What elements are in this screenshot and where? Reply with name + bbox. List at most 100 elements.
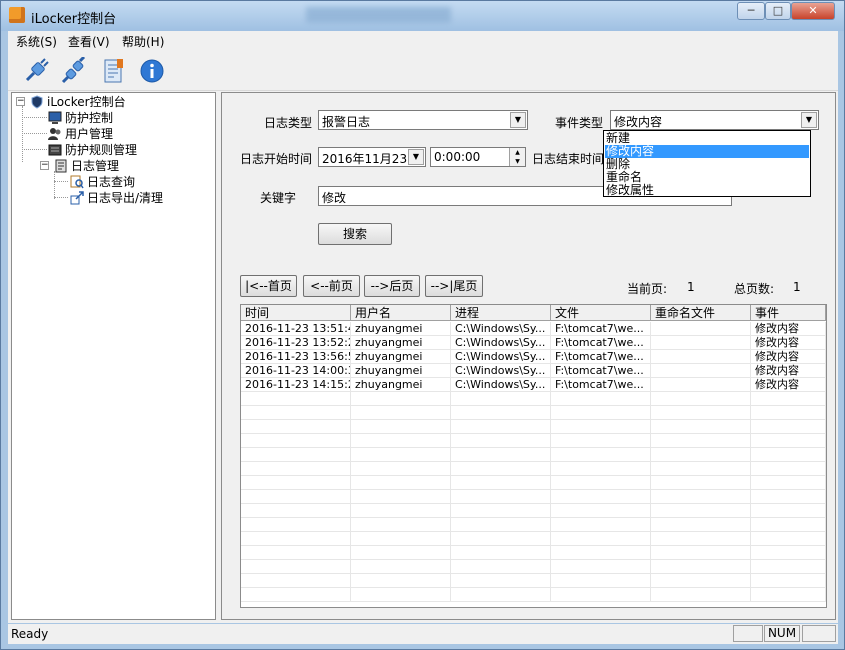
tree-root[interactable]: − iLocker控制台 [14,94,204,110]
start-time-stepper[interactable]: 0:00:00 ▲ ▼ [430,147,526,167]
total-pages-label: 总页数: [734,282,775,296]
collapse-icon[interactable]: − [16,97,25,106]
event-type-dropdown-list[interactable]: 新建 修改内容 删除 重命名 修改属性 [603,130,811,197]
connect-icon[interactable] [22,57,50,85]
table-cell [351,490,451,504]
first-page-button[interactable]: |<--首页 [240,275,297,297]
table-row[interactable]: 2016-11-23 14:00:30 zhuyangmei C:\Windows\… [241,364,826,378]
table-cell [551,504,651,518]
table-row[interactable]: 2016-11-23 14:15:27 zhuyangmei C:\Windows\… [241,378,826,392]
table-cell [551,532,651,546]
next-page-button[interactable]: -->后页 [364,275,420,297]
event-type-select[interactable]: 修改内容 ▼ [610,110,819,130]
table-cell [751,406,826,420]
table-cell [241,560,351,574]
total-pages-value: 1 [793,280,801,294]
table-cell: C:\Windows\Sy... [451,350,551,364]
window-title: iLocker控制台 [31,12,117,27]
table-cell: F:\tomcat7\we... [551,322,651,336]
title-bar[interactable]: iLocker控制台 ─ □ ✕ [1,1,844,31]
prev-page-button[interactable]: <--前页 [303,275,360,297]
table-cell [241,476,351,490]
table-cell [551,462,651,476]
menu-help[interactable]: 帮助(H) [122,33,164,50]
tree-item-rule-management[interactable]: 防护规则管理 [48,142,208,158]
table-cell [651,462,751,476]
table-cell [551,434,651,448]
table-cell [551,588,651,602]
tree-item-log-query[interactable]: 日志查询 [70,174,210,190]
table-cell [351,448,451,462]
empty-table-row [241,546,826,560]
table-cell [241,434,351,448]
table-cell [651,448,751,462]
empty-table-row [241,406,826,420]
log-type-select[interactable]: 报警日志 ▼ [318,110,528,130]
column-header-renamed-file[interactable]: 重命名文件 [651,305,751,321]
table-cell [651,546,751,560]
info-icon[interactable] [138,57,166,85]
search-button[interactable]: 搜索 [318,223,392,245]
table-cell [551,420,651,434]
table-cell: 修改内容 [751,336,826,350]
spin-down-icon[interactable]: ▼ [509,157,525,166]
start-date-picker[interactable]: 2016年11月23日 ▼ [318,147,426,167]
column-header-time[interactable]: 时间 [241,305,351,321]
column-header-file[interactable]: 文件 [551,305,651,321]
app-window: iLocker控制台 ─ □ ✕ 系统(S) 查看(V) 帮助(H) − iLo… [0,0,845,650]
table-cell [451,588,551,602]
last-page-button[interactable]: -->|尾页 [425,275,483,297]
log-table[interactable]: 时间 用户名 进程 文件 重命名文件 事件 2016-11-23 13:51:4… [240,304,827,608]
table-cell [551,546,651,560]
tree-item-log-management[interactable]: − 日志管理 [38,158,198,174]
table-row[interactable]: 2016-11-23 13:56:52 zhuyangmei C:\Windows\… [241,350,826,364]
table-cell [551,476,651,490]
close-button[interactable]: ✕ [791,2,835,20]
column-header-user[interactable]: 用户名 [351,305,451,321]
column-header-process[interactable]: 进程 [451,305,551,321]
table-cell [651,476,751,490]
table-row[interactable]: 2016-11-23 13:52:22 zhuyangmei C:\Windows\… [241,336,826,350]
table-cell [751,588,826,602]
log-export-icon [70,191,84,205]
table-cell [751,504,826,518]
table-cell [451,406,551,420]
status-text: Ready [11,627,49,641]
table-cell: F:\tomcat7\we... [551,336,651,350]
table-cell: zhuyangmei [351,378,451,392]
table-cell [751,532,826,546]
column-header-event[interactable]: 事件 [751,305,826,321]
spin-up-icon[interactable]: ▲ [509,148,525,157]
table-cell [651,574,751,588]
report-icon[interactable] [100,57,128,85]
empty-table-row [241,588,826,602]
current-page-label: 当前页: [627,282,668,296]
dropdown-option-modify-content[interactable]: 修改内容 [605,145,809,158]
disconnect-icon[interactable] [60,57,88,85]
maximize-button[interactable]: □ [765,2,791,20]
table-cell [751,476,826,490]
minimize-button[interactable]: ─ [737,2,765,20]
tree-root-label: iLocker控制台 [47,95,126,109]
menu-view[interactable]: 查看(V) [68,33,110,50]
table-cell [351,406,451,420]
table-cell: 2016-11-23 13:56:52 [241,350,351,364]
table-cell [551,518,651,532]
table-header: 时间 用户名 进程 文件 重命名文件 事件 [241,305,826,321]
table-row[interactable]: 2016-11-23 13:51:49 zhuyangmei C:\Windows\… [241,322,826,336]
table-cell [551,574,651,588]
collapse-icon[interactable]: − [40,161,49,170]
empty-table-row [241,448,826,462]
empty-table-row [241,420,826,434]
tree-item-protection-control[interactable]: 防护控制 [48,110,198,126]
menu-system[interactable]: 系统(S) [16,33,57,50]
tree-item-log-export[interactable]: 日志导出/清理 [70,190,215,206]
dropdown-option-modify-attributes[interactable]: 修改属性 [605,184,809,197]
tree-item-user-management[interactable]: 用户管理 [48,126,198,142]
menu-bar: 系统(S) 查看(V) 帮助(H) [8,31,838,51]
table-cell [351,532,451,546]
users-icon [48,128,61,140]
table-cell [351,476,451,490]
table-cell [241,504,351,518]
table-cell [451,420,551,434]
